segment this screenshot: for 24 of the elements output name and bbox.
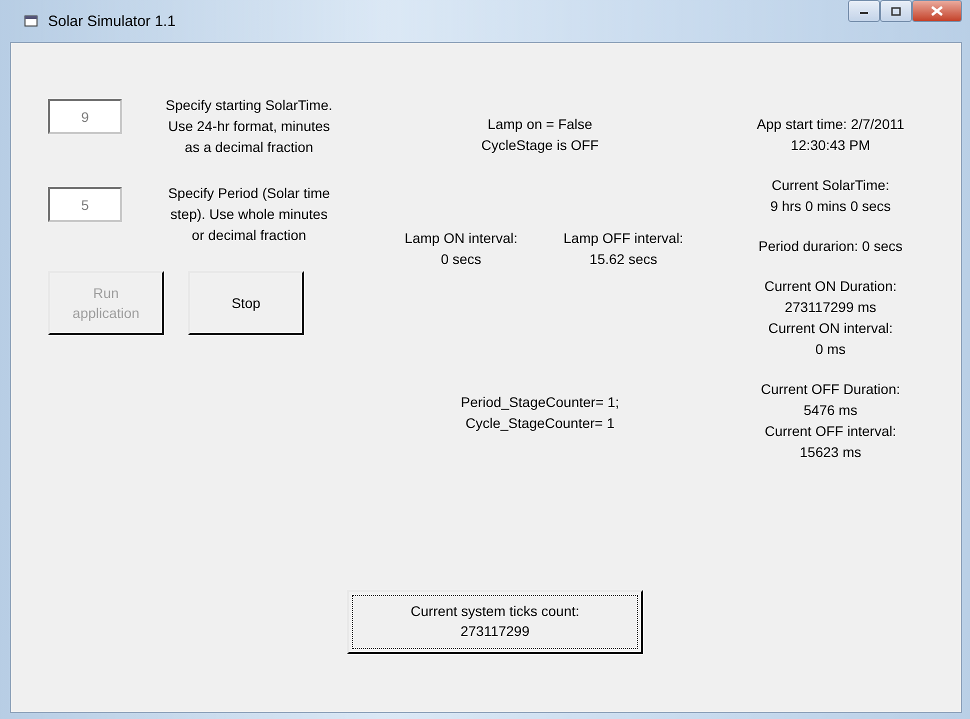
maximize-button[interactable] bbox=[880, 0, 912, 22]
maximize-icon bbox=[891, 6, 901, 16]
readout-label: Current ON Duration: 273117299 ms bbox=[764, 277, 897, 317]
lamp-status: Lamp on = False CycleStage is OFF bbox=[481, 115, 599, 155]
readout-label: Period durarion: 0 secs bbox=[758, 237, 902, 256]
interval-label: Lamp ON interval: 0 secs bbox=[404, 229, 518, 269]
field-label: Specify starting SolarTime. Use 24-hr format, minutes as a decimal fraction bbox=[164, 96, 334, 157]
readout-label: Current ON interval: 0 ms bbox=[767, 319, 894, 359]
readout-label: App start time: 2/7/2011 12:30:43 PM bbox=[756, 115, 904, 155]
minimize-button[interactable] bbox=[848, 0, 880, 22]
interval-label: Lamp OFF interval: 15.62 secs bbox=[564, 229, 684, 269]
readout-label: Current SolarTime: 9 hrs 0 mins 0 secs bbox=[770, 176, 891, 216]
input-field[interactable]: 5 bbox=[48, 187, 122, 222]
readout-label: Current OFF interval: 15623 ms bbox=[764, 422, 898, 462]
close-icon bbox=[931, 6, 943, 16]
counter-label: Period_StageCounter= 1; Cycle_StageCounter= 1 bbox=[460, 393, 620, 433]
app-icon bbox=[24, 15, 38, 27]
close-button[interactable] bbox=[912, 0, 962, 22]
readout-label: Current OFF Duration: 5476 ms bbox=[760, 380, 900, 420]
ticks-count-button[interactable]: Current system ticks count: 273117299 bbox=[347, 590, 643, 654]
stop-button[interactable]: Stop bbox=[188, 271, 304, 335]
field-label: Specify Period (Solar time step). Use whole minutes or decimal fraction bbox=[167, 184, 331, 245]
window-title: Solar Simulator 1.1 bbox=[48, 12, 176, 32]
input-field[interactable]: 9 bbox=[48, 99, 122, 134]
